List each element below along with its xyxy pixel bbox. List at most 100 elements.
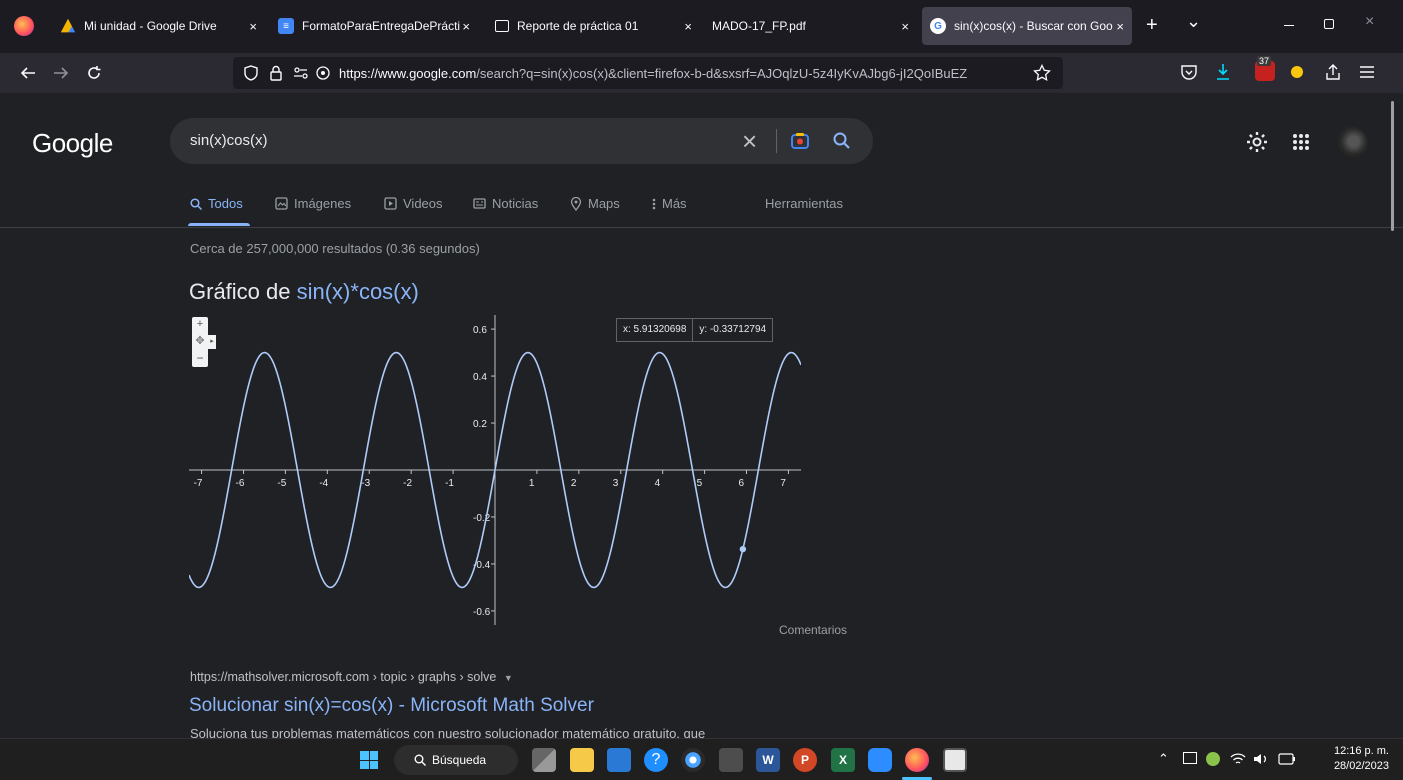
chevron-up-icon[interactable]: ⌃ (1158, 751, 1169, 767)
x-tick-label: 3 (613, 478, 619, 489)
chevron-down-icon[interactable]: ▼ (504, 673, 513, 683)
tab-imagenes[interactable]: Imágenes (275, 196, 351, 211)
y-tick-label: 0.6 (473, 325, 487, 336)
tray-app-icon[interactable] (1206, 752, 1220, 766)
close-tab-icon[interactable]: × (460, 18, 470, 34)
tab-label: Todos (208, 196, 243, 211)
result-url[interactable]: https://mathsolver.microsoft.com › topic… (190, 670, 513, 684)
close-tab-icon[interactable]: × (684, 19, 692, 34)
battery-icon[interactable] (1278, 753, 1296, 765)
excel-icon[interactable]: X (831, 748, 855, 772)
tab-list-button[interactable]: ⌄ (1186, 11, 1201, 32)
result-title-link[interactable]: Solucionar sin(x)=cos(x) - Microsoft Mat… (189, 695, 594, 717)
reload-icon[interactable] (86, 65, 102, 81)
snipping-tool-icon[interactable] (943, 748, 967, 772)
tools-button[interactable]: Herramientas (765, 196, 843, 211)
new-tab-button[interactable]: + (1146, 14, 1158, 37)
tab-label: Maps (588, 196, 620, 211)
close-tab-icon[interactable]: × (249, 19, 257, 34)
clock-time: 12:16 p. m. (1333, 745, 1389, 757)
window-close-icon[interactable]: × (1365, 13, 1374, 31)
search-icon[interactable] (832, 131, 852, 151)
permissions-icon[interactable] (293, 65, 311, 81)
menu-icon[interactable] (1360, 66, 1374, 78)
tab-google-search[interactable]: G sin(x)cos(x) - Buscar con Goo × (922, 7, 1132, 45)
x-tick-label: 1 (529, 478, 535, 489)
search-box[interactable]: sin(x)cos(x) × (170, 118, 873, 164)
tab-maps[interactable]: Maps (570, 196, 620, 211)
camera-icon[interactable] (719, 748, 743, 772)
tab-label: Más (662, 196, 687, 211)
google-docs-icon: ≡ (278, 18, 294, 34)
word-icon[interactable]: W (756, 748, 780, 772)
ublock-extension-icon[interactable]: 37 (1255, 56, 1275, 81)
graph-title-prefix: Gráfico de (189, 279, 297, 304)
back-arrow-icon[interactable] (20, 66, 36, 80)
volume-icon[interactable] (1253, 752, 1269, 766)
feedback-link[interactable]: Comentarios (779, 623, 847, 637)
tab-formato-entrega[interactable]: ≡ FormatoParaEntregaDePráctic × (278, 7, 478, 45)
x-tick-label: -3 (361, 478, 370, 489)
file-explorer-icon[interactable] (570, 748, 594, 772)
tab-mado-pdf[interactable]: MADO-17_FP.pdf × (712, 7, 917, 45)
news-icon (473, 198, 486, 209)
forward-arrow-icon[interactable] (53, 66, 69, 80)
microsoft-store-icon[interactable] (607, 748, 631, 772)
url-path: /search?q=sin(x)cos(x)&client=firefox-b-… (476, 65, 968, 81)
windows-start-icon[interactable] (360, 751, 378, 769)
extension-yellow-icon[interactable] (1291, 66, 1303, 78)
tab-mas[interactable]: Más (652, 196, 687, 211)
close-tab-icon[interactable]: × (901, 19, 909, 34)
close-tab-icon[interactable]: × (1114, 18, 1124, 34)
apps-grid-icon[interactable] (1292, 133, 1310, 151)
graph-title: Gráfico de sin(x)*cos(x) (189, 279, 419, 305)
search-divider (776, 129, 777, 153)
google-lens-icon[interactable] (790, 131, 810, 151)
taskbar-search[interactable]: Búsqueda (394, 745, 518, 775)
help-icon[interactable]: ? (644, 748, 668, 772)
pocket-icon[interactable] (1180, 64, 1198, 80)
powerpoint-icon[interactable]: P (793, 748, 817, 772)
tooltip-y: y: -0.33712794 (699, 324, 767, 335)
y-tick-label: 0.2 (473, 419, 487, 430)
wifi-icon[interactable] (1230, 752, 1246, 766)
google-logo[interactable]: Google (32, 128, 113, 159)
firefox-icon[interactable] (14, 16, 34, 36)
graph-function-link[interactable]: sin(x)*cos(x) (297, 279, 419, 304)
clear-search-icon[interactable]: × (742, 126, 757, 157)
settings-gear-icon[interactable] (1246, 131, 1268, 153)
tab-todos[interactable]: Todos (190, 196, 243, 211)
location-icon[interactable] (315, 65, 331, 81)
shield-icon[interactable] (243, 65, 259, 81)
map-pin-icon (570, 196, 582, 211)
settings-icon[interactable] (681, 748, 705, 772)
x-tick-label: -7 (194, 478, 203, 489)
sin-cos-graph[interactable]: -7 -6 -5 -4 -3 -2 -1 1 2 3 4 5 6 7 -0.6-0.4-0.20.20.4… (189, 315, 801, 625)
tab-label: Reporte de práctica 01 (517, 19, 639, 33)
share-icon[interactable] (1325, 63, 1341, 81)
address-bar[interactable]: https://www.google.com/search?q=sin(x)co… (233, 57, 1063, 89)
page-scrollbar[interactable] (1391, 101, 1394, 231)
search-input[interactable]: sin(x)cos(x) (190, 132, 268, 149)
url-text[interactable]: https://www.google.com/search?q=sin(x)co… (339, 66, 1029, 81)
clock[interactable]: 12:16 p. m. 28/02/2023 (1314, 744, 1389, 774)
avatar[interactable] (1336, 127, 1368, 159)
minimize-icon[interactable] (1284, 25, 1294, 26)
x-tick-label: -2 (403, 478, 412, 489)
zoom-app-icon[interactable] (868, 748, 892, 772)
google-icon: G (930, 18, 946, 34)
x-tick-label: 4 (655, 478, 661, 489)
x-tick-label: -1 (445, 478, 454, 489)
tab-reporte-practica[interactable]: Reporte de práctica 01 × (495, 7, 700, 45)
firefox-taskbar-icon[interactable] (905, 748, 929, 772)
restore-icon[interactable] (1324, 19, 1334, 29)
x-tick-label: 7 (780, 478, 786, 489)
bookmark-star-icon[interactable] (1033, 64, 1051, 82)
task-view-icon[interactable] (532, 748, 556, 772)
tab-noticias[interactable]: Noticias (473, 196, 538, 211)
tab-videos[interactable]: Videos (384, 196, 443, 211)
tab-google-drive[interactable]: Mi unidad - Google Drive × (60, 7, 265, 45)
keyboard-icon[interactable] (1183, 752, 1197, 764)
download-icon[interactable] (1215, 63, 1231, 81)
lock-icon[interactable] (269, 65, 283, 81)
